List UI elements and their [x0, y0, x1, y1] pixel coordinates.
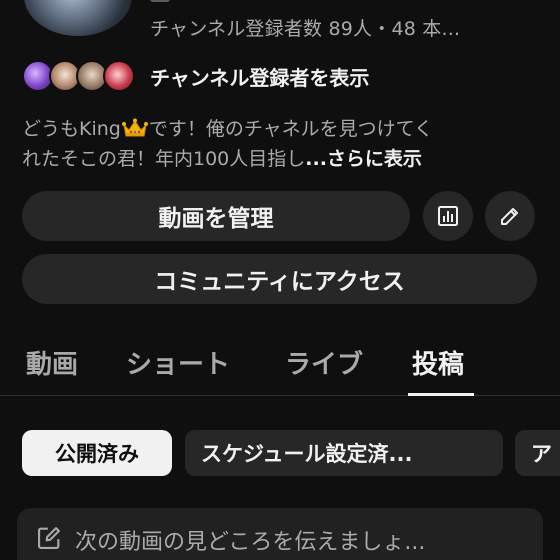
subscriber-avatars: [22, 58, 140, 94]
channel-stats: チャンネル登録者数 89人・48 本...: [150, 14, 560, 42]
channel-name-fragment: [150, 0, 170, 2]
show-more-link[interactable]: ...さらに表示: [305, 148, 422, 170]
compose-placeholder: 次の動画の見どころを伝えましょ...: [75, 530, 426, 555]
chip-published[interactable]: 公開済み: [22, 430, 172, 476]
community-access-button[interactable]: コミュニティにアクセス: [22, 254, 537, 304]
view-subscribers-label[interactable]: チャンネル登録者を表示: [150, 62, 369, 91]
chip-more[interactable]: ア: [515, 430, 560, 476]
analytics-button[interactable]: [423, 191, 473, 241]
manage-videos-button[interactable]: 動画を管理: [22, 191, 410, 241]
tab-live[interactable]: ライブ: [285, 344, 363, 396]
active-tab-indicator: [408, 393, 474, 396]
community-access-label: コミュニティにアクセス: [154, 269, 405, 295]
tab-posts[interactable]: 投稿: [412, 344, 464, 396]
view-subscribers-row[interactable]: チャンネル登録者を表示: [22, 58, 369, 94]
crown-emoji-icon: [121, 118, 148, 137]
edit-square-icon: [38, 527, 60, 549]
description-text-b: です！俺のチャネルを見つけてく: [148, 118, 434, 140]
analytics-icon: [438, 206, 458, 226]
channel-description[interactable]: どうもKing です！俺のチャネルを見つけてく れたそこの君！年内100人目指し.…: [22, 114, 522, 174]
manage-videos-label: 動画を管理: [158, 206, 274, 232]
channel-stats-text: チャンネル登録者数 89人・48 本...: [150, 18, 461, 40]
pencil-icon: [501, 208, 518, 225]
channel-tabs: 動画 ショート ライブ 投稿: [0, 336, 560, 396]
subscriber-avatar: [103, 60, 135, 92]
description-text-line2: れたそこの君！年内100人目指し: [22, 148, 306, 170]
tab-videos[interactable]: 動画: [26, 344, 78, 396]
chip-scheduled[interactable]: スケジュール設定済...: [185, 430, 503, 476]
channel-avatar[interactable]: [24, 0, 132, 36]
tab-shorts[interactable]: ショート: [126, 344, 230, 396]
create-post-box[interactable]: 次の動画の見どころを伝えましょ...: [17, 508, 543, 560]
description-text-a: どうもKing: [22, 118, 121, 140]
edit-channel-button[interactable]: [485, 191, 535, 241]
